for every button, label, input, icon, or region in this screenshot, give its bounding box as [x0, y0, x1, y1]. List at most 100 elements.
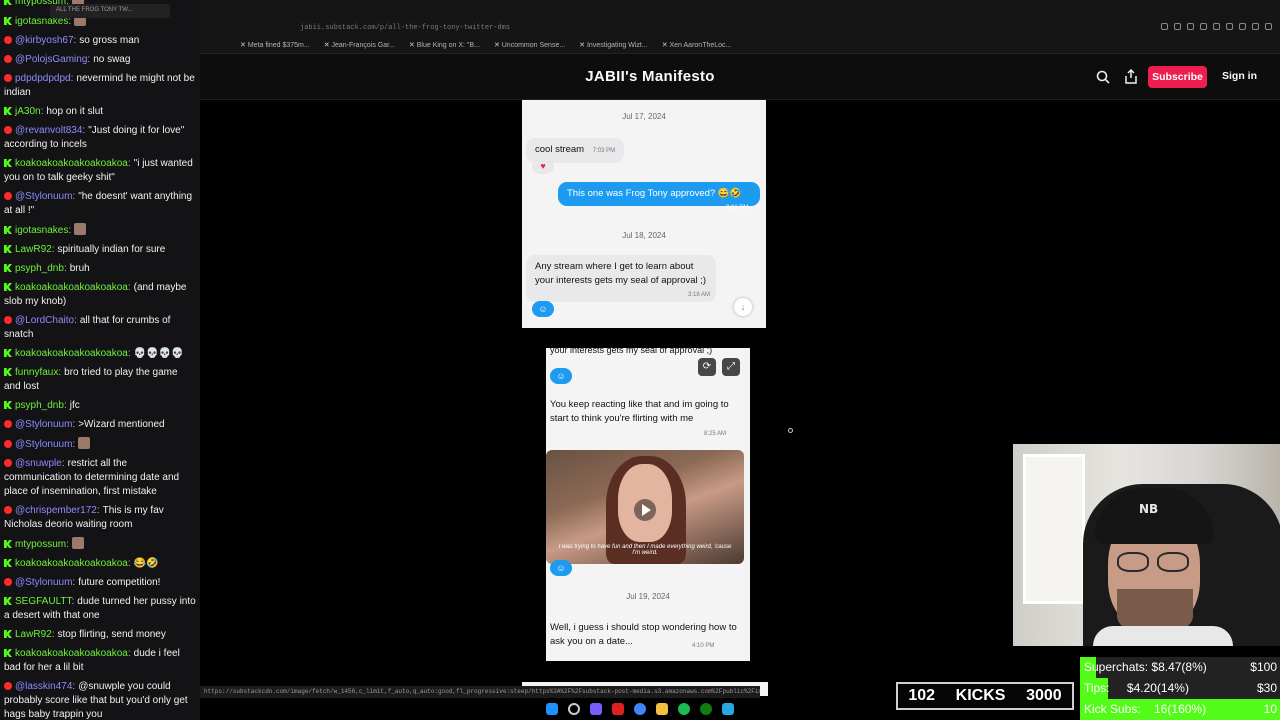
youtube-icon — [4, 74, 12, 82]
kick-icon — [4, 159, 12, 167]
refresh-icon[interactable]: ⟳ — [698, 358, 716, 376]
share-icon[interactable] — [1124, 69, 1138, 84]
bookmark-item[interactable]: Investigating Wizt... — [579, 41, 648, 49]
browser-tab[interactable]: ALL THE FROG TONY TW... — [50, 4, 170, 18]
chat-username[interactable]: @lasskin474 — [15, 681, 78, 692]
webcam-feed: NB — [1013, 444, 1280, 646]
kick-icon — [4, 349, 12, 357]
chat-username[interactable]: koakoakoakoakoakoakoa — [15, 348, 134, 359]
kick-label: KICKS — [955, 687, 1006, 704]
play-icon[interactable] — [634, 499, 656, 521]
youtube-icon — [4, 316, 12, 324]
chrome-icon[interactable] — [634, 703, 646, 715]
kick-icon — [4, 559, 12, 567]
chat-username[interactable]: jA30n — [15, 106, 46, 117]
sign-in-link[interactable]: Sign in — [1222, 70, 1257, 82]
message-text: This one was Frog Tony approved? 😅🤣 — [567, 188, 742, 199]
chat-username[interactable]: psyph_dnb — [15, 263, 70, 274]
chat-message: SEGFAULTTdude turned her pussy into a de… — [4, 595, 196, 623]
chat-message: @lasskin474@snuwple you could probably s… — [4, 680, 196, 720]
substack-header: JABII's Manifesto Subscribe Sign in — [200, 54, 1280, 100]
chat-username[interactable]: @Stylonuum — [15, 191, 78, 202]
chat-message: LawR92spiritually indian for sure — [4, 243, 196, 257]
kick-subs-row: Kick Subs: 16(160%) 10 — [1080, 699, 1280, 720]
chat-username[interactable]: funnyfaux — [15, 367, 64, 378]
chat-username[interactable]: @Stylonuum — [15, 577, 78, 588]
cap-logo: NB — [1139, 502, 1159, 516]
chat-username[interactable]: koakoakoakoakoakoakoa — [15, 558, 134, 569]
bookmark-item[interactable]: Uncommon Sense... — [494, 41, 565, 49]
download-icon[interactable] — [1252, 23, 1259, 30]
chat-message: LawR92stop flirting, send money — [4, 628, 196, 642]
chat-message: @Stylonuum"he doesnt' want anything at a… — [4, 190, 196, 218]
chat-username[interactable]: @kirbyosh67 — [15, 35, 79, 46]
expand-icon[interactable]: ⤢ — [722, 358, 740, 376]
zoom-icon[interactable] — [1161, 23, 1168, 30]
extension-icons — [1161, 23, 1272, 30]
chat-username[interactable]: @snuwple — [15, 458, 68, 469]
scroll-down-icon[interactable]: ↓ — [734, 298, 752, 316]
message-time: 3:18 AM — [688, 292, 711, 298]
kick-goal: 3000 — [1026, 687, 1062, 704]
app-icon[interactable] — [590, 703, 602, 715]
extension-icon[interactable] — [1226, 23, 1233, 30]
windows-start-icon[interactable] — [546, 703, 558, 715]
chat-username[interactable]: @revanvolt834 — [15, 125, 88, 136]
address-bar[interactable]: jabii.substack.com/p/all-the-frog-tony-t… — [300, 24, 510, 32]
youtube-icon — [4, 459, 12, 467]
extension-icon[interactable] — [1213, 23, 1220, 30]
tips-goal: $30 — [1256, 681, 1277, 695]
bookmarks-bar: Meta fined $375m... Jean-François Gar...… — [240, 41, 732, 49]
settings-icon[interactable] — [1265, 23, 1272, 30]
xbox-icon[interactable] — [700, 703, 712, 715]
chat-username[interactable]: koakoakoakoakoakoakoa — [15, 158, 134, 169]
chat-username[interactable]: SEGFAULTT — [15, 596, 77, 607]
search-icon[interactable] — [568, 703, 580, 715]
kick-subs-label: Kick Subs: — [1084, 702, 1141, 716]
chat-text: future competition! — [78, 577, 161, 588]
dm-screenshot[interactable]: your interests gets my seal of approval … — [546, 348, 750, 661]
chat-username[interactable]: @Stylonuum — [15, 439, 78, 450]
chat-text: so gross man — [79, 35, 140, 46]
youtube-icon — [4, 578, 12, 586]
bookmark-item[interactable]: Blue King on X: "B... — [409, 41, 480, 49]
chat-message: koakoakoakoakoakoakoadude i feel bad for… — [4, 647, 196, 675]
extension-icon[interactable] — [1187, 23, 1194, 30]
search-icon[interactable] — [1096, 70, 1110, 84]
kick-icon — [4, 0, 12, 5]
chat-username[interactable]: LawR92 — [15, 629, 57, 640]
app-icon[interactable] — [612, 703, 624, 715]
spotify-icon[interactable] — [678, 703, 690, 715]
folder-icon[interactable] — [656, 703, 668, 715]
subscribe-button[interactable]: Subscribe — [1148, 66, 1207, 88]
chat-message: psyph_dnbbruh — [4, 262, 196, 276]
chat-username[interactable]: @Stylonuum — [15, 419, 78, 430]
chat-message: @LordChaitoall that for crumbs of snatch — [4, 314, 196, 342]
bookmark-item[interactable]: Meta fined $375m... — [240, 41, 310, 49]
chat-username[interactable]: igotasnakes — [15, 225, 74, 236]
publication-title[interactable]: JABII's Manifesto — [200, 68, 1100, 85]
bookmark-item[interactable]: Jean-François Gar... — [324, 41, 395, 49]
chat-username[interactable]: LawR92 — [15, 244, 57, 255]
tips-label: Tips: — [1084, 681, 1110, 695]
chat-text: jfc — [69, 400, 80, 411]
extension-icon[interactable] — [1174, 23, 1181, 30]
kick-icon — [4, 597, 12, 605]
chat-username[interactable]: koakoakoakoakoakoakoa — [15, 282, 134, 293]
chat-username[interactable]: koakoakoakoakoakoakoa — [15, 648, 134, 659]
dm-screenshot[interactable]: Jul 17, 2024 cool stream 7:03 PM ♥ This … — [522, 100, 766, 328]
telegram-icon[interactable] — [722, 703, 734, 715]
gif-thumbnail[interactable]: I was trying to have fun and then I made… — [546, 450, 744, 564]
youtube-icon — [4, 682, 12, 690]
chat-username[interactable]: @chrispember172 — [15, 505, 103, 516]
chat-username[interactable]: pdpdpdpdpd — [15, 73, 76, 84]
taskbar — [540, 698, 740, 720]
chat-username[interactable]: mtypossum — [15, 539, 72, 550]
message-text: your interests gets my seal of approval … — [550, 348, 713, 355]
extension-icon[interactable] — [1239, 23, 1246, 30]
extension-icon[interactable] — [1200, 23, 1207, 30]
bookmark-item[interactable]: Xen AaronTheLoc... — [662, 41, 732, 49]
chat-username[interactable]: @PolojsGaming — [15, 54, 93, 65]
chat-username[interactable]: @LordChaito — [15, 315, 80, 326]
chat-username[interactable]: psyph_dnb — [15, 400, 70, 411]
